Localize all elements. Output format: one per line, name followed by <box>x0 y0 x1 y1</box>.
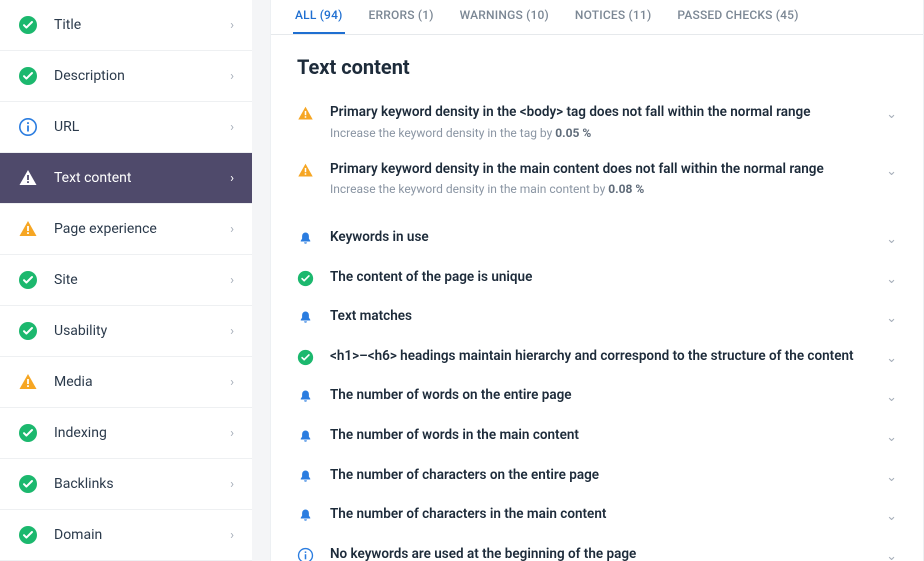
sidebar-item-page-experience[interactable]: Page experience› <box>0 204 252 255</box>
chevron-right-icon: › <box>230 222 234 237</box>
chevron-right-icon: › <box>230 375 234 390</box>
notice-icon <box>297 507 314 524</box>
sidebar-item-label: Text content <box>54 170 230 186</box>
notice-icon <box>297 309 314 326</box>
warn-icon <box>18 219 38 239</box>
tab-passed[interactable]: PASSED CHECKS (45) <box>675 0 800 34</box>
check-row[interactable]: Primary keyword density in the <body> ta… <box>271 93 923 150</box>
chevron-right-icon: › <box>230 324 234 339</box>
check-icon <box>18 423 38 443</box>
alert-icon <box>18 168 38 188</box>
check-row[interactable]: Keywords in use ⌄ <box>271 218 923 258</box>
sidebar-item-label: Page experience <box>54 221 230 237</box>
check-icon <box>297 270 314 287</box>
check-row-subtitle: Increase the keyword density in the main… <box>330 182 878 196</box>
check-row-title: Primary keyword density in the main cont… <box>330 160 878 180</box>
sidebar-item-label: Title <box>54 17 230 33</box>
sidebar-item-label: URL <box>54 119 230 135</box>
chevron-down-icon: ⌄ <box>886 549 897 561</box>
chevron-right-icon: › <box>230 477 234 492</box>
check-row-title: <h1>–<h6> headings maintain hierarchy an… <box>330 347 878 367</box>
check-row[interactable]: The content of the page is unique ⌄ <box>271 258 923 298</box>
sidebar-item-domain[interactable]: Domain› <box>0 510 252 561</box>
chevron-right-icon: › <box>230 171 234 186</box>
check-row-subtitle: Increase the keyword density in the tag … <box>330 126 878 140</box>
chevron-down-icon: ⌄ <box>886 272 897 287</box>
sidebar-item-title[interactable]: Title› <box>0 0 252 51</box>
notice-icon <box>297 230 314 247</box>
check-row-title: Keywords in use <box>330 228 878 248</box>
check-row[interactable]: The number of characters on the entire p… <box>271 456 923 496</box>
check-row[interactable]: The number of words in the main content ⌄ <box>271 416 923 456</box>
check-row-title: The content of the page is unique <box>330 268 878 288</box>
sidebar-item-label: Media <box>54 374 230 390</box>
chevron-right-icon: › <box>230 69 234 84</box>
check-icon <box>18 525 38 545</box>
chevron-right-icon: › <box>230 528 234 543</box>
chevron-down-icon: ⌄ <box>886 390 897 405</box>
tab-errors[interactable]: ERRORS (1) <box>367 0 436 34</box>
warn-icon <box>18 372 38 392</box>
sidebar-item-media[interactable]: Media› <box>0 357 252 408</box>
chevron-down-icon: ⌄ <box>886 351 897 366</box>
chevron-down-icon: ⌄ <box>886 232 897 247</box>
check-row-title: Text matches <box>330 307 878 327</box>
tabs: ALL (94) ERRORS (1) WARNINGS (10) NOTICES (… <box>271 0 923 35</box>
chevron-down-icon: ⌄ <box>886 164 897 179</box>
sidebar-item-label: Description <box>54 68 230 84</box>
sidebar-item-label: Usability <box>54 323 230 339</box>
check-row-title: No keywords are used at the beginning of… <box>330 545 878 561</box>
sidebar-item-label: Indexing <box>54 425 230 441</box>
sidebar-item-description[interactable]: Description› <box>0 51 252 102</box>
check-icon <box>18 66 38 86</box>
sidebar-item-usability[interactable]: Usability› <box>0 306 252 357</box>
sidebar-item-url[interactable]: URL› <box>0 102 252 153</box>
sidebar-item-indexing[interactable]: Indexing› <box>0 408 252 459</box>
notice-icon <box>297 468 314 485</box>
check-row[interactable]: No keywords are used at the beginning of… <box>271 535 923 561</box>
chevron-right-icon: › <box>230 273 234 288</box>
check-row[interactable]: The number of words on the entire page ⌄ <box>271 376 923 416</box>
chevron-right-icon: › <box>230 120 234 135</box>
chevron-down-icon: ⌄ <box>886 311 897 326</box>
check-row-title: The number of characters on the entire p… <box>330 466 878 486</box>
check-icon <box>18 270 38 290</box>
check-row-title: The number of words in the main content <box>330 426 878 446</box>
sidebar-item-label: Domain <box>54 527 230 543</box>
sidebar-item-backlinks[interactable]: Backlinks› <box>0 459 252 510</box>
sidebar-item-site[interactable]: Site› <box>0 255 252 306</box>
notice-icon <box>297 428 314 445</box>
tab-warnings[interactable]: WARNINGS (10) <box>458 0 551 34</box>
chevron-down-icon: ⌄ <box>886 430 897 445</box>
tab-notices[interactable]: NOTICES (11) <box>573 0 653 34</box>
check-icon <box>297 349 314 366</box>
check-row-title: The number of words on the entire page <box>330 386 878 406</box>
chevron-down-icon: ⌄ <box>886 470 897 485</box>
check-row[interactable]: <h1>–<h6> headings maintain hierarchy an… <box>271 337 923 377</box>
chevron-down-icon: ⌄ <box>886 107 897 122</box>
warn-icon <box>297 105 314 122</box>
chevron-right-icon: › <box>230 18 234 33</box>
info-icon <box>297 547 314 561</box>
tab-all[interactable]: ALL (94) <box>293 0 345 34</box>
check-row-title: The number of characters in the main con… <box>330 505 878 525</box>
check-row[interactable]: Primary keyword density in the main cont… <box>271 150 923 207</box>
chevron-down-icon: ⌄ <box>886 509 897 524</box>
page-title: Text content <box>271 35 923 93</box>
sidebar: Title›Description›URL›Text content›Page … <box>0 0 252 561</box>
sidebar-item-text-content[interactable]: Text content› <box>0 153 252 204</box>
check-row[interactable]: The number of characters in the main con… <box>271 495 923 535</box>
notice-icon <box>297 388 314 405</box>
check-icon <box>18 321 38 341</box>
check-row-title: Primary keyword density in the <body> ta… <box>330 103 878 123</box>
warn-icon <box>297 162 314 179</box>
info-icon <box>18 117 38 137</box>
sidebar-item-label: Site <box>54 272 230 288</box>
main-panel: ALL (94) ERRORS (1) WARNINGS (10) NOTICES (… <box>270 0 924 561</box>
check-row[interactable]: Text matches ⌄ <box>271 297 923 337</box>
check-icon <box>18 474 38 494</box>
check-icon <box>18 15 38 35</box>
chevron-right-icon: › <box>230 426 234 441</box>
sidebar-item-label: Backlinks <box>54 476 230 492</box>
